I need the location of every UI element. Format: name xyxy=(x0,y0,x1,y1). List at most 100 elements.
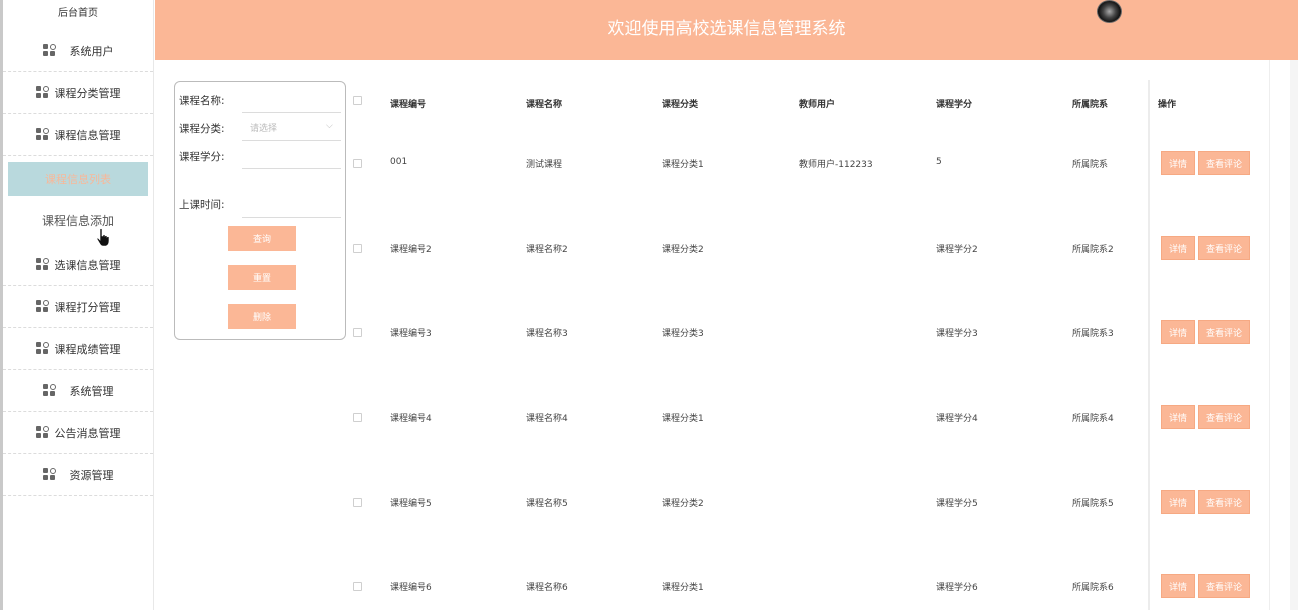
table-cell: 所属院系6 xyxy=(1072,583,1114,593)
table-cell: 课程编号3 xyxy=(390,329,432,339)
chevron-down-icon: ⌵ xyxy=(326,121,333,131)
sidebar-item-label: 课程信息管理 xyxy=(54,128,121,142)
table-cell: 课程分类3 xyxy=(662,329,704,339)
row-checkbox[interactable] xyxy=(353,413,362,422)
operation-column-divider xyxy=(1148,80,1150,610)
course-category-select[interactable]: 请选择 xyxy=(250,121,277,134)
column-header: 所属院系 xyxy=(1072,100,1109,110)
sidebar-subitem-course-add[interactable]: 课程信息添加 xyxy=(3,196,153,246)
detail-button[interactable]: 详情 xyxy=(1161,151,1195,175)
sidebar-item-bottom-2[interactable]: 课程成绩管理 xyxy=(3,328,153,370)
table-cell: 课程学分3 xyxy=(936,329,978,339)
table-cell: 课程编号6 xyxy=(390,583,432,593)
sidebar-item-top-0[interactable]: 系统用户 xyxy=(3,30,153,72)
table-cell: 课程分类2 xyxy=(662,499,704,509)
table-cell: 课程分类1 xyxy=(662,414,704,424)
view-reviews-button[interactable]: 查看评论 xyxy=(1198,151,1250,175)
grid-icon xyxy=(35,342,49,355)
detail-button[interactable]: 详情 xyxy=(1161,574,1195,598)
table-cell: 课程编号4 xyxy=(390,414,432,424)
view-reviews-button[interactable]: 查看评论 xyxy=(1198,236,1250,260)
sidebar-item-label: 资源管理 xyxy=(69,468,114,482)
table-cell: 课程分类1 xyxy=(662,160,704,170)
sidebar-item-bottom-0[interactable]: 选课信息管理 xyxy=(3,244,153,286)
table-cell: 所属院系3 xyxy=(1072,329,1114,339)
sidebar-item-top-1[interactable]: 课程分类管理 xyxy=(3,72,153,114)
detail-button[interactable]: 详情 xyxy=(1161,490,1195,514)
sidebar-item-label: 课程成绩管理 xyxy=(54,342,121,356)
sidebar-item-label: 系统管理 xyxy=(69,384,114,398)
table-cell: 课程名称6 xyxy=(526,583,568,593)
table-cell: 课程编号5 xyxy=(390,499,432,509)
table-cell: 所属院系5 xyxy=(1072,499,1114,509)
course-credit-label: 课程学分: xyxy=(179,151,225,163)
grid-icon xyxy=(35,426,49,439)
column-header: 课程分类 xyxy=(662,100,699,110)
row-checkbox[interactable] xyxy=(353,244,362,253)
row-checkbox[interactable] xyxy=(353,328,362,337)
table-cell: 所属院系 xyxy=(1072,160,1109,170)
table-cell: 课程分类2 xyxy=(662,245,704,255)
sidebar-home-link[interactable]: 后台首页 xyxy=(3,0,153,30)
row-checkbox[interactable] xyxy=(353,582,362,591)
column-header: 课程编号 xyxy=(390,100,427,110)
sidebar-item-top-2[interactable]: 课程信息管理 xyxy=(3,114,153,156)
table-cell: 课程学分2 xyxy=(936,245,978,255)
column-header: 课程名称 xyxy=(526,100,563,110)
table-cell: 001 xyxy=(390,157,408,167)
view-reviews-button[interactable]: 查看评论 xyxy=(1198,405,1250,429)
grid-icon xyxy=(42,384,56,397)
top-header: 欢迎使用高校选课信息管理系统 xyxy=(155,0,1298,60)
detail-button[interactable]: 详情 xyxy=(1161,405,1195,429)
sidebar-subitem-course-add-label: 课程信息添加 xyxy=(41,213,114,228)
sidebar-item-bottom-5[interactable]: 资源管理 xyxy=(3,454,153,496)
column-header: 课程学分 xyxy=(936,100,973,110)
sidebar-item-bottom-3[interactable]: 系统管理 xyxy=(3,370,153,412)
column-header: 教师用户 xyxy=(799,100,836,110)
sidebar-item-bottom-4[interactable]: 公告消息管理 xyxy=(3,412,153,454)
course-category-label: 课程分类: xyxy=(179,123,225,135)
sidebar-item-label: 公告消息管理 xyxy=(54,426,121,440)
table-cell: 课程名称4 xyxy=(526,414,568,424)
row-checkbox[interactable] xyxy=(353,159,362,168)
reset-button[interactable]: 重置 xyxy=(228,265,296,290)
sidebar-bottom-items: 选课信息管理课程打分管理课程成绩管理系统管理公告消息管理资源管理 xyxy=(3,244,153,496)
class-time-label: 上课时间: xyxy=(179,199,225,211)
row-checkbox[interactable] xyxy=(353,498,362,507)
sidebar: 后台首页 系统用户课程分类管理 课程信息管理 课程信息列表 课程信息添加 选课信息… xyxy=(3,0,154,610)
table-cell: 课程名称2 xyxy=(526,245,568,255)
course-credit-input[interactable] xyxy=(242,168,341,169)
detail-button[interactable]: 详情 xyxy=(1161,236,1195,260)
sidebar-subitem-course-list[interactable]: 课程信息列表 xyxy=(8,162,148,196)
page-title: 欢迎使用高校选课信息管理系统 xyxy=(607,19,846,39)
view-reviews-button[interactable]: 查看评论 xyxy=(1198,320,1250,344)
search-panel: 课程名称: 课程分类: 请选择 ⌵ 课程学分: 上课时间: 查询 重置 删除 xyxy=(174,81,346,340)
table-cell: 5 xyxy=(936,157,942,167)
delete-button[interactable]: 删除 xyxy=(228,304,296,329)
column-header: 操作 xyxy=(1158,100,1177,110)
query-button[interactable]: 查询 xyxy=(228,226,296,251)
sidebar-item-bottom-1[interactable]: 课程打分管理 xyxy=(3,286,153,328)
sidebar-top-items: 系统用户课程分类管理 课程信息管理 xyxy=(3,30,153,156)
avatar[interactable] xyxy=(1097,0,1122,23)
course-name-input[interactable] xyxy=(242,112,341,113)
course-category-underline xyxy=(242,140,341,141)
table-cell: 课程学分6 xyxy=(936,583,978,593)
select-all-checkbox[interactable] xyxy=(353,96,362,105)
view-reviews-button[interactable]: 查看评论 xyxy=(1198,574,1250,598)
table-cell: 所属院系2 xyxy=(1072,245,1114,255)
table-cell: 课程分类1 xyxy=(662,583,704,593)
detail-button[interactable]: 详情 xyxy=(1161,320,1195,344)
class-time-input[interactable] xyxy=(242,217,341,218)
table-cell: 教师用户-112233 xyxy=(799,160,873,170)
table-cell: 课程编号2 xyxy=(390,245,432,255)
sidebar-item-label: 选课信息管理 xyxy=(54,258,121,272)
view-reviews-button[interactable]: 查看评论 xyxy=(1198,490,1250,514)
scrollbar-track[interactable] xyxy=(1290,60,1298,610)
table-cell: 测试课程 xyxy=(526,160,563,170)
grid-icon xyxy=(35,258,49,271)
hand-pointer-icon xyxy=(97,228,109,246)
sidebar-item-label: 课程分类管理 xyxy=(54,86,121,100)
grid-icon xyxy=(42,44,56,57)
table-cell: 所属院系4 xyxy=(1072,414,1114,424)
